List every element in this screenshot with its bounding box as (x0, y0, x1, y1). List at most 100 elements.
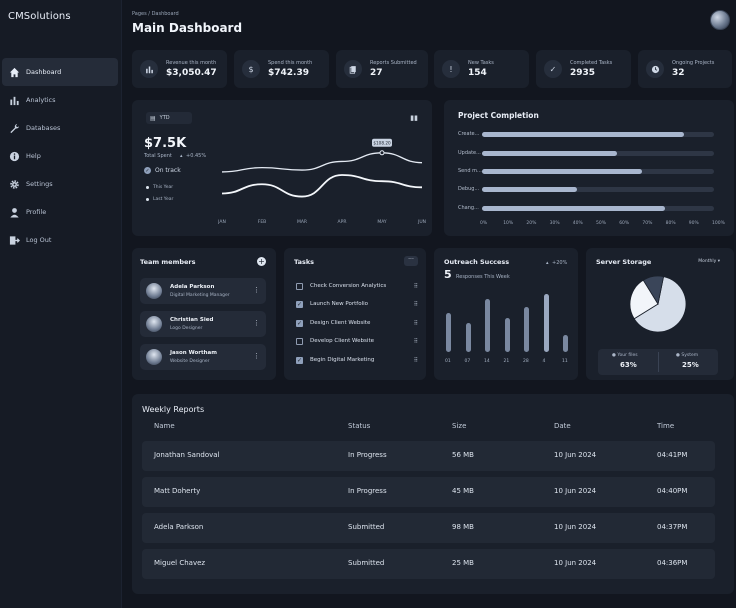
task-label: Launch New Portfolio (310, 301, 369, 307)
total-spent-label: Total Spent (144, 153, 172, 159)
task-item[interactable]: ✓ Launch New Portfolio ⠿ (296, 298, 418, 310)
sidebar-item-settings[interactable]: Settings (0, 170, 118, 198)
more-options-icon[interactable]: ⋮ (253, 319, 260, 327)
column-header[interactable]: Time (657, 422, 674, 430)
period-selector[interactable]: ▤ YTD (146, 112, 192, 124)
task-item[interactable]: Develop Client Website ⠿ (296, 335, 418, 347)
sidebar-item-label: Help (26, 152, 41, 160)
bar (524, 307, 529, 352)
bar-category-label: Debug... (458, 186, 480, 192)
bar-category-label: Send m... (458, 168, 482, 174)
table-row[interactable]: Matt Doherty In Progress 45 MB 10 Jun 20… (142, 477, 715, 507)
table-row[interactable]: Miguel Chavez Submitted 25 MB 10 Jun 202… (142, 549, 715, 579)
project-completion-card: Project Completion Create... Update... Sen… (444, 100, 734, 236)
bar-category-label: Update... (458, 150, 481, 156)
task-item[interactable]: ✓ Design Client Website ⠿ (296, 317, 418, 329)
sidebar-item-label: Analytics (26, 96, 56, 104)
period-dropdown[interactable]: Monthly ▾ (698, 259, 720, 264)
list-item[interactable]: Jason Wortham Website Designer ⋮ (140, 344, 266, 370)
column-header[interactable]: Size (452, 422, 466, 430)
legend-this-year: This Year (146, 185, 173, 190)
avatar[interactable] (710, 10, 730, 30)
task-label: Develop Client Website (310, 338, 374, 344)
cell-name: Jonathan Sandoval (154, 451, 220, 459)
change-percent: +20% (552, 260, 568, 266)
drag-handle-icon[interactable]: ⠿ (414, 320, 418, 327)
cell-date: 10 Jun 2024 (554, 451, 597, 459)
bar-category-label: Chang... (458, 205, 479, 211)
data-point-highlight[interactable] (379, 150, 385, 156)
info-icon (8, 150, 20, 162)
drag-handle-icon[interactable]: ⠿ (414, 357, 418, 364)
drag-handle-icon[interactable]: ⠿ (414, 301, 418, 308)
checkbox[interactable] (296, 337, 303, 345)
divider (658, 352, 659, 372)
bar-track (482, 150, 714, 156)
sidebar-item-profile[interactable]: Profile (0, 198, 118, 226)
member-role: Digital Marketing Manager (170, 293, 230, 298)
brand-logo[interactable]: CMSolutions (8, 11, 71, 22)
legend-last-year: Last Year (146, 197, 173, 202)
home-icon (8, 66, 20, 78)
add-member-icon[interactable]: + (257, 257, 266, 266)
bar-chart-icon[interactable]: ▮▮ (410, 114, 418, 122)
member-name: Adela Parkson (170, 284, 215, 290)
table-row[interactable]: Adela Parkson Submitted 98 MB 10 Jun 202… (142, 513, 715, 543)
bar (504, 317, 510, 352)
column-header[interactable]: Name (154, 422, 175, 430)
drag-handle-icon[interactable]: ⠿ (414, 283, 418, 290)
legend-dot (146, 198, 149, 201)
bar-row: Update... (458, 149, 714, 157)
stat-card-spend: $ Spend this month $742.39 (234, 50, 329, 88)
stat-value: 27 (370, 68, 383, 78)
tasks-card: Tasks ··· Check Conversion Analytics ⠿ ✓… (284, 248, 426, 380)
legend-value: 63% (620, 361, 637, 369)
drag-handle-icon[interactable]: ⠿ (414, 338, 418, 345)
column-header[interactable]: Status (348, 422, 370, 430)
sidebar-item-analytics[interactable]: Analytics (0, 86, 118, 114)
responses-label: Responses This Week (456, 274, 510, 280)
sidebar-item-logout[interactable]: Log Out (0, 226, 118, 254)
task-label: Design Client Website (310, 320, 371, 326)
checkbox[interactable]: ✓ (296, 319, 303, 327)
checkbox[interactable]: ✓ (296, 356, 303, 364)
cell-date: 10 Jun 2024 (554, 487, 597, 495)
clock-icon (646, 60, 664, 78)
x-tick-label: 20% (526, 221, 537, 226)
team-members-card: Team members + Adela Parkson Digital Mar… (132, 248, 276, 380)
card-title: Outreach Success (444, 258, 510, 266)
more-options-icon[interactable]: ⋮ (253, 286, 260, 294)
cell-name: Adela Parkson (154, 523, 204, 531)
sidebar-item-help[interactable]: Help (0, 142, 118, 170)
table-row[interactable]: Jonathan Sandoval In Progress 56 MB 10 J… (142, 441, 715, 471)
sidebar-item-label: Dashboard (26, 68, 62, 76)
task-item[interactable]: ✓ Begin Digital Marketing ⠿ (296, 354, 418, 366)
dollar-icon: $ (242, 60, 260, 78)
wrench-icon (8, 122, 20, 134)
stat-card-revenue: Revenue this month $3,050.47 (132, 50, 227, 88)
more-options-icon[interactable]: ··· (404, 256, 418, 266)
checkbox[interactable] (296, 282, 303, 290)
column-header[interactable]: Date (554, 422, 571, 430)
legend-dot (146, 186, 149, 189)
series-line-this-year (221, 152, 423, 173)
member-name: Christian Sied (170, 317, 214, 323)
more-options-icon[interactable]: ⋮ (253, 352, 260, 360)
breadcrumb[interactable]: Pages / Dashboard (132, 11, 179, 17)
member-role: Website Designer (170, 359, 210, 364)
bar (563, 334, 568, 352)
sidebar-nav: Dashboard Analytics Databases Help Setti… (0, 58, 122, 254)
stat-label: Spend this month (268, 60, 313, 66)
checkbox[interactable]: ✓ (296, 300, 303, 308)
cell-size: 98 MB (452, 523, 474, 531)
legend-value: 25% (682, 361, 699, 369)
list-item[interactable]: Adela Parkson Digital Marketing Manager … (140, 278, 266, 304)
sidebar-item-dashboard[interactable]: Dashboard (2, 58, 118, 86)
gear-icon (8, 178, 20, 190)
list-item[interactable]: Christian Sied Logo Designer ⋮ (140, 311, 266, 337)
bar-category-label: Create... (458, 131, 480, 137)
sidebar-item-databases[interactable]: Databases (0, 114, 118, 142)
task-item[interactable]: Check Conversion Analytics ⠿ (296, 280, 418, 292)
chevron-down-icon: ▾ (717, 259, 720, 264)
tooltip-text: $108.20 (373, 141, 391, 146)
